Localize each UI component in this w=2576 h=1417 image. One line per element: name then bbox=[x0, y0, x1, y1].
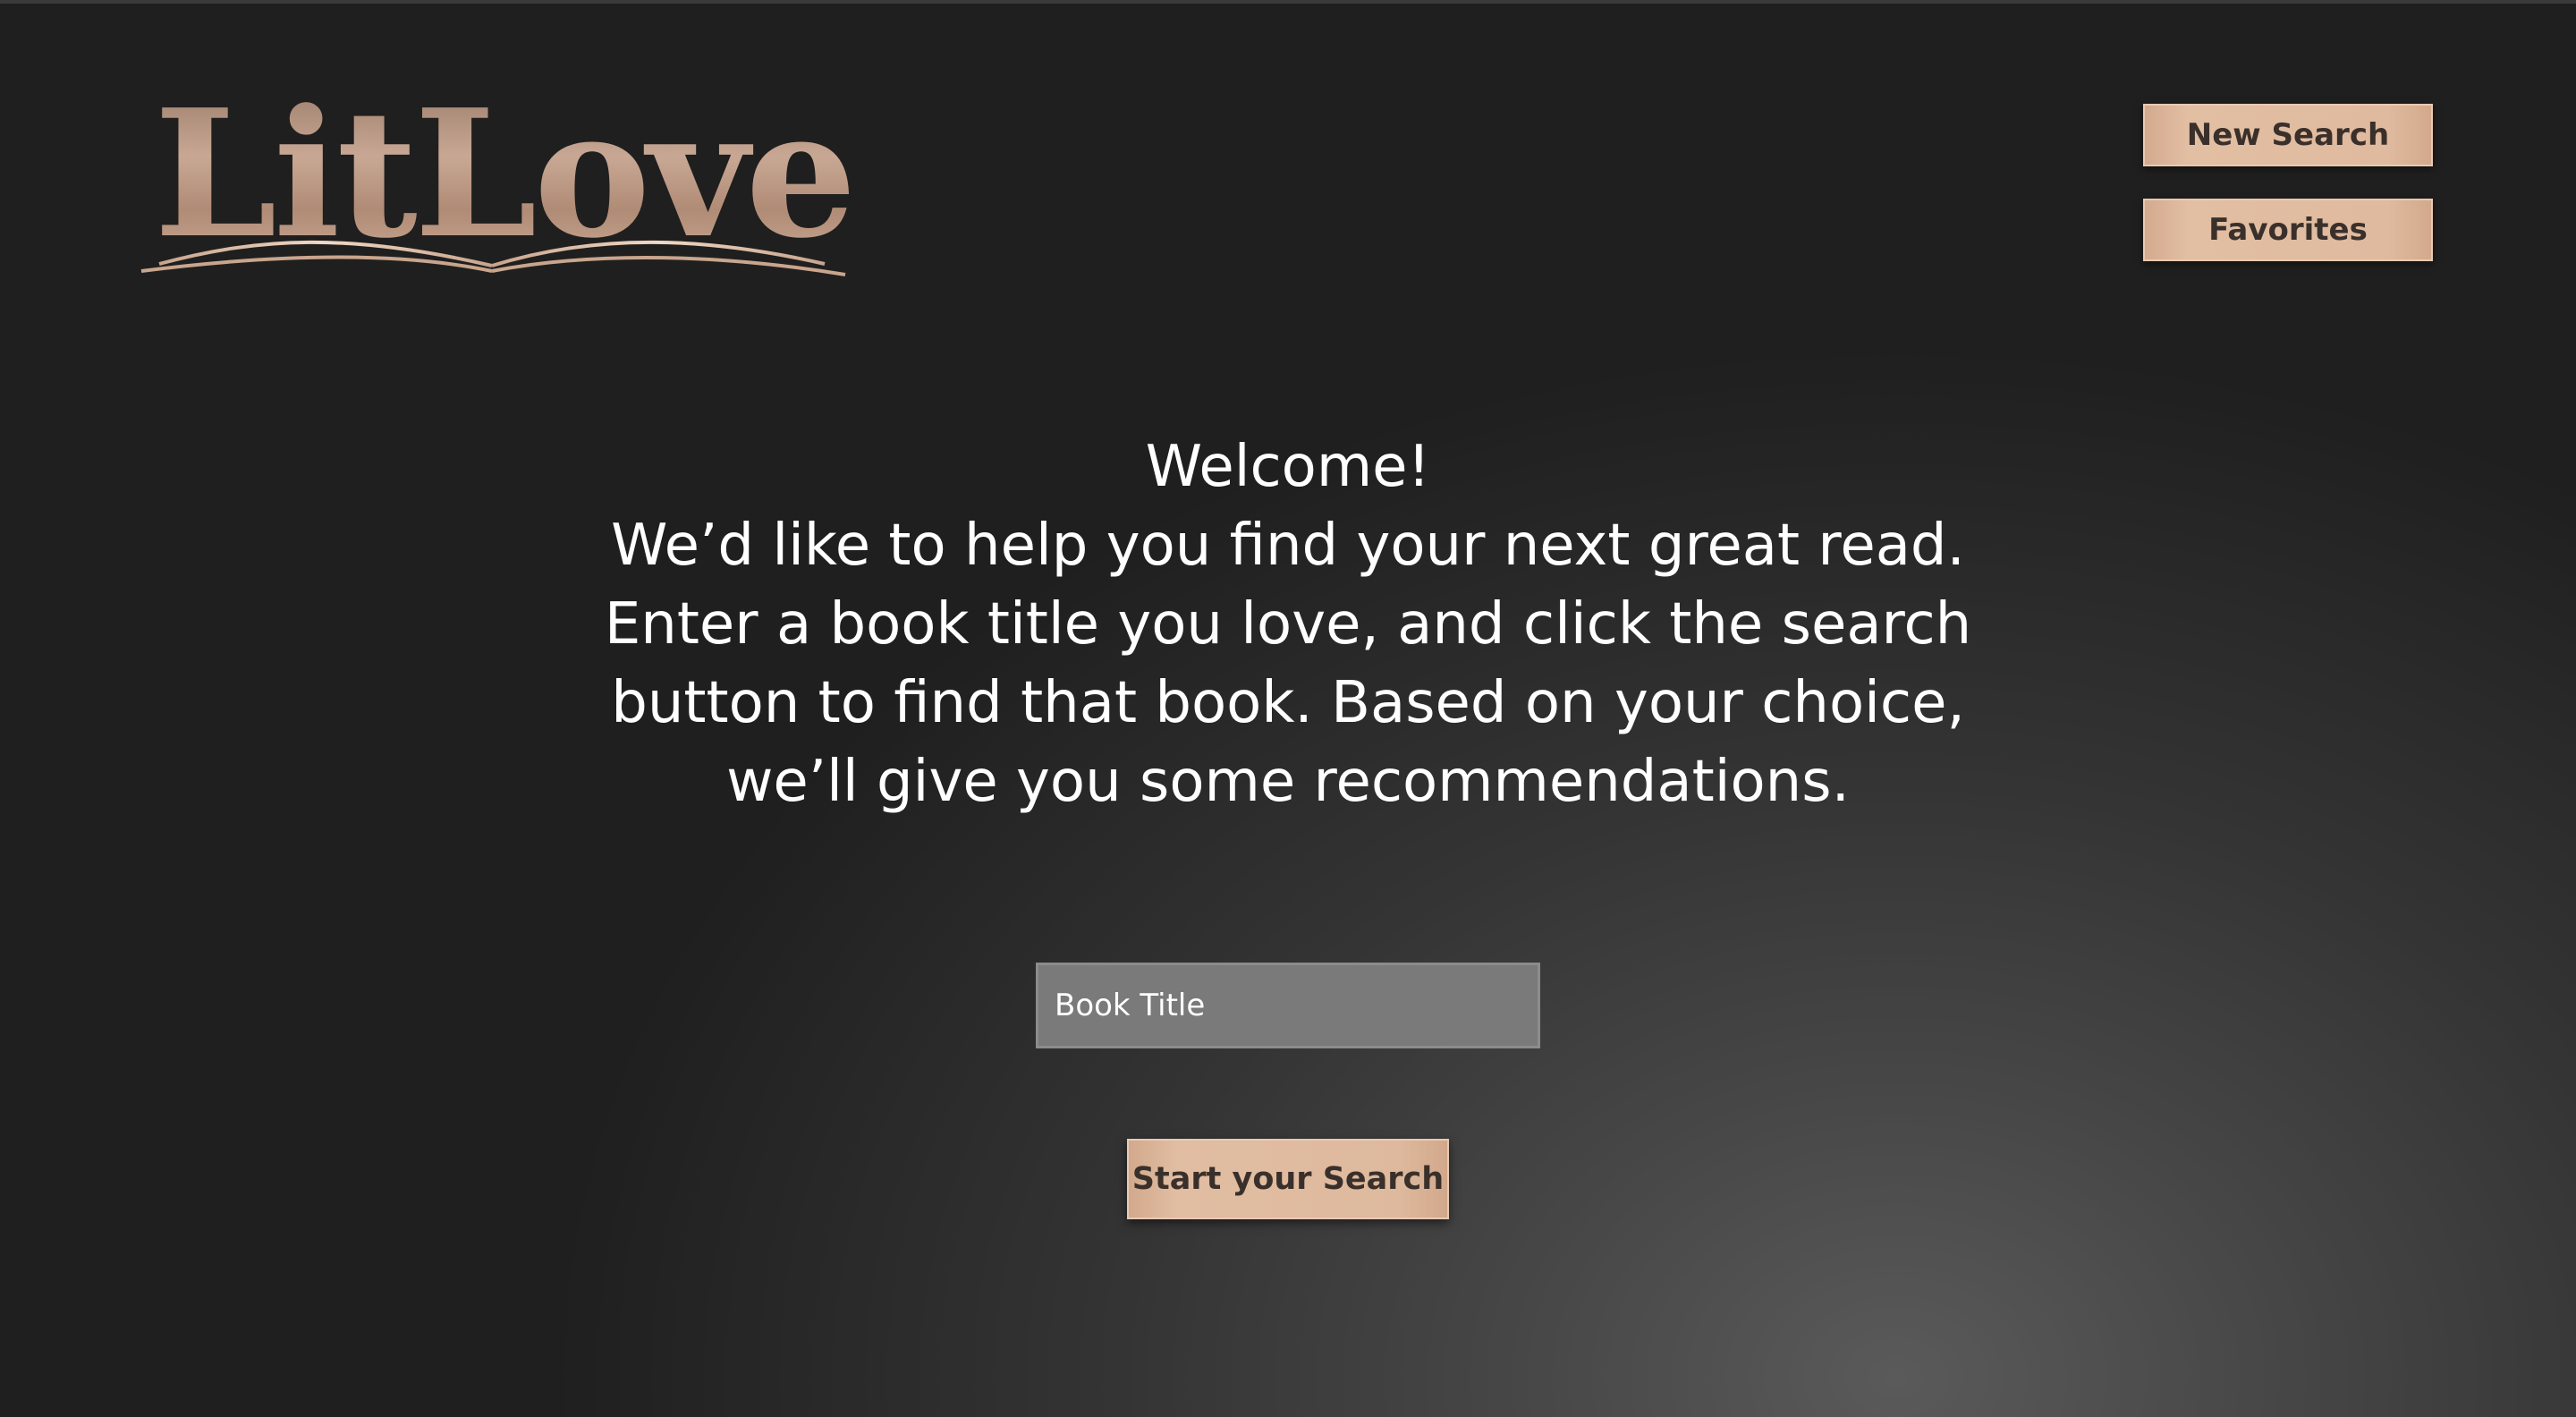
welcome-line: We’d like to help you find your next gre… bbox=[611, 513, 1965, 579]
start-search-button[interactable]: Start your Search bbox=[1127, 1139, 1449, 1219]
window-top-border bbox=[0, 0, 2576, 4]
new-search-button[interactable]: New Search bbox=[2143, 104, 2433, 166]
welcome-heading: Welcome! bbox=[1145, 434, 1431, 500]
favorites-button[interactable]: Favorites bbox=[2143, 199, 2433, 261]
book-title-input[interactable] bbox=[1036, 963, 1540, 1048]
welcome-line: Enter a book title you love, and click t… bbox=[604, 591, 1972, 658]
welcome-message: Welcome! We’d like to help you find your… bbox=[572, 428, 2004, 821]
litlove-logo[interactable]: LitLove bbox=[134, 85, 857, 300]
welcome-line: we’ll give you some recommendations. bbox=[726, 749, 1850, 815]
open-book-icon bbox=[140, 240, 846, 276]
welcome-line: button to find that book. Based on your … bbox=[611, 670, 1965, 736]
